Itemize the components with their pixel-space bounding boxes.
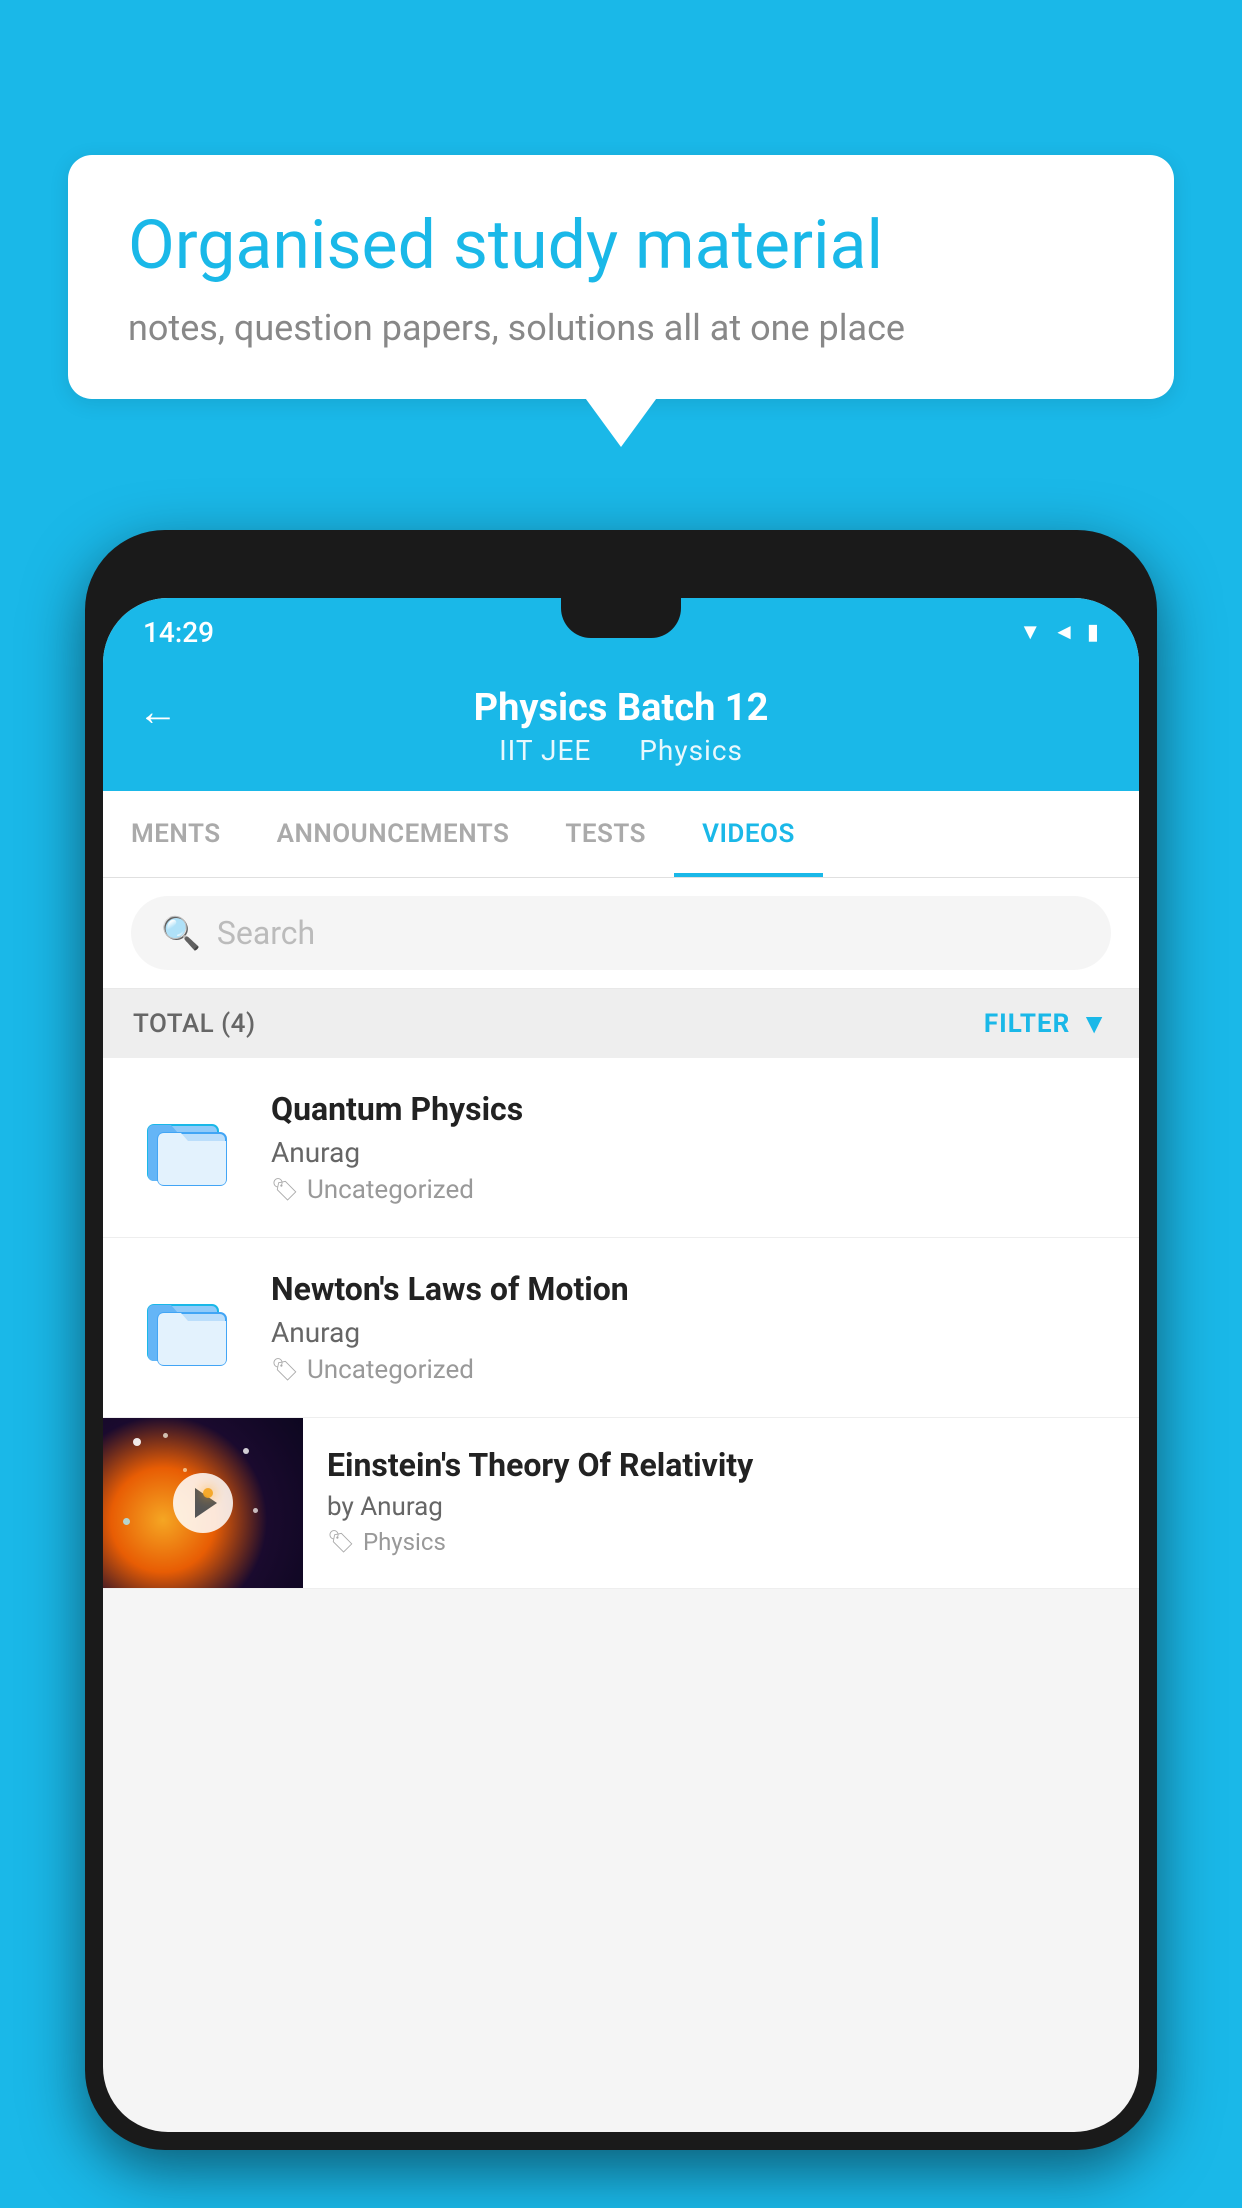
- video-info: Einstein's Theory Of Relativity by Anura…: [303, 1418, 1139, 1588]
- video-title: Newton's Laws of Motion: [271, 1270, 1109, 1308]
- list-item[interactable]: Newton's Laws of Motion Anurag 🏷 Uncateg…: [103, 1238, 1139, 1418]
- total-count: TOTAL (4): [133, 1009, 256, 1039]
- tab-ments[interactable]: MENTS: [103, 791, 249, 877]
- video-info: Newton's Laws of Motion Anurag 🏷 Uncateg…: [271, 1270, 1109, 1385]
- wifi-icon: ▼: [1019, 619, 1041, 645]
- status-icons: ▼ ◄ ▮: [1019, 619, 1099, 645]
- search-icon: 🔍: [161, 914, 201, 952]
- signal-icon: ◄: [1053, 619, 1075, 645]
- back-button[interactable]: ←: [138, 688, 178, 735]
- folder-thumbnail: [133, 1273, 243, 1383]
- tag-label: Uncategorized: [307, 1175, 474, 1205]
- status-bar: 14:29 ▼ ◄ ▮: [103, 598, 1139, 666]
- bubble-subtitle: notes, question papers, solutions all at…: [128, 307, 1114, 349]
- tag-icon: 🏷: [327, 1530, 355, 1555]
- header-subtitle: IIT JEE Physics: [489, 734, 753, 767]
- tag-icon: 🏷: [271, 1358, 299, 1383]
- video-title: Quantum Physics: [271, 1090, 1109, 1128]
- phone-container: 14:29 ▼ ◄ ▮ ← Physics Batch 12 IIT JEE P…: [85, 530, 1157, 2208]
- tag-label: Physics: [363, 1528, 446, 1556]
- filter-button[interactable]: FILTER ▼: [984, 1007, 1109, 1040]
- folder-thumbnail: [133, 1093, 243, 1203]
- list-item[interactable]: Einstein's Theory Of Relativity by Anura…: [103, 1418, 1139, 1589]
- filter-bar: TOTAL (4) FILTER ▼: [103, 989, 1139, 1058]
- video-author: Anurag: [271, 1136, 1109, 1169]
- tab-announcements[interactable]: ANNOUNCEMENTS: [249, 791, 538, 877]
- filter-label: FILTER: [984, 1009, 1070, 1039]
- video-thumbnail: [103, 1418, 303, 1588]
- video-tag: 🏷 Physics: [327, 1528, 1115, 1556]
- play-button[interactable]: [173, 1473, 233, 1533]
- tab-videos[interactable]: VIDEOS: [674, 791, 823, 877]
- phone-screen: 14:29 ▼ ◄ ▮ ← Physics Batch 12 IIT JEE P…: [103, 598, 1139, 2132]
- search-input-container[interactable]: 🔍 Search: [131, 896, 1111, 970]
- folder-icon: [143, 1283, 233, 1373]
- video-author: Anurag: [271, 1316, 1109, 1349]
- folder-icon: [143, 1103, 233, 1193]
- tag-label: Uncategorized: [307, 1355, 474, 1385]
- battery-icon: ▮: [1087, 620, 1099, 645]
- speech-bubble: Organised study material notes, question…: [68, 155, 1174, 399]
- notch: [561, 598, 681, 638]
- status-time: 14:29: [143, 616, 214, 649]
- top-bar: ← Physics Batch 12 IIT JEE Physics: [103, 666, 1139, 791]
- tab-tests[interactable]: TESTS: [537, 791, 674, 877]
- video-author: by Anurag: [327, 1492, 1115, 1522]
- header-subtitle-right: Physics: [639, 734, 743, 767]
- header-subtitle-left: IIT JEE: [499, 734, 591, 767]
- video-title: Einstein's Theory Of Relativity: [327, 1446, 1115, 1484]
- tag-icon: 🏷: [271, 1178, 299, 1203]
- search-bar: 🔍 Search: [103, 878, 1139, 989]
- phone-frame: 14:29 ▼ ◄ ▮ ← Physics Batch 12 IIT JEE P…: [85, 530, 1157, 2150]
- header-title: Physics Batch 12: [474, 686, 769, 730]
- tabs: MENTS ANNOUNCEMENTS TESTS VIDEOS: [103, 791, 1139, 878]
- bubble-title: Organised study material: [128, 205, 1114, 287]
- video-list: Quantum Physics Anurag 🏷 Uncategorized: [103, 1058, 1139, 1589]
- video-info: Quantum Physics Anurag 🏷 Uncategorized: [271, 1090, 1109, 1205]
- list-item[interactable]: Quantum Physics Anurag 🏷 Uncategorized: [103, 1058, 1139, 1238]
- video-tag: 🏷 Uncategorized: [271, 1355, 1109, 1385]
- video-tag: 🏷 Uncategorized: [271, 1175, 1109, 1205]
- search-placeholder: Search: [217, 914, 315, 952]
- filter-icon: ▼: [1080, 1007, 1109, 1040]
